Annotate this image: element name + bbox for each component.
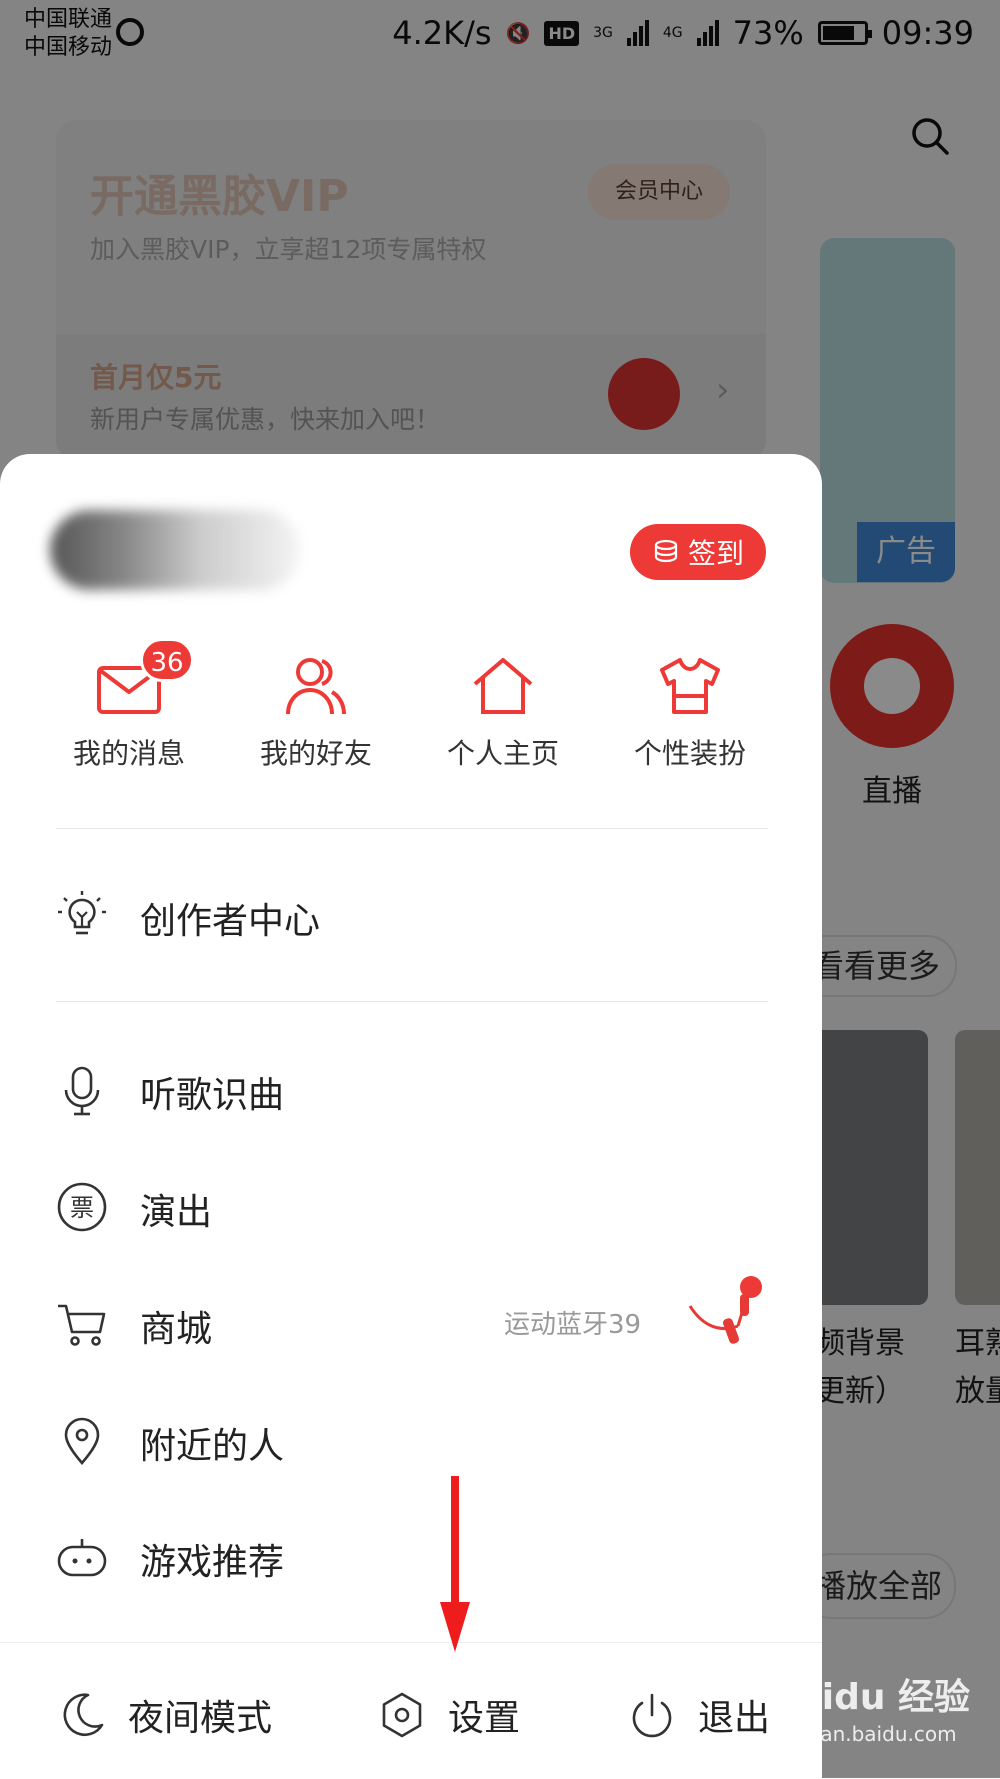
- logout-button[interactable]: 退出: [628, 1689, 770, 1741]
- microphone-icon: [64, 1066, 100, 1116]
- drawer-bottom-bar: 夜间模式 设置 退出: [0, 1642, 822, 1779]
- power-icon: [632, 1693, 672, 1738]
- quick-label: 个性装扮: [633, 737, 746, 770]
- coins-icon: [654, 539, 678, 563]
- home-icon: [473, 658, 533, 714]
- menu-label: 演出: [140, 1192, 213, 1233]
- signin-button[interactable]: 签到: [630, 524, 766, 580]
- menu-nearby-people[interactable]: 附近的人: [56, 1395, 768, 1485]
- watermark-url: jingyan.baidu.com: [772, 1722, 957, 1746]
- menu-mall[interactable]: 商城 运动蓝牙39: [56, 1276, 768, 1368]
- signin-label: 签到: [687, 537, 744, 570]
- night-mode-label: 夜间模式: [128, 1698, 273, 1739]
- settings-hexagon-icon: [382, 1692, 422, 1738]
- menu-label: 附近的人: [140, 1426, 285, 1467]
- menu-label: 商城: [140, 1309, 213, 1350]
- divider: [56, 1001, 768, 1002]
- menu-creator-center[interactable]: 创作者中心: [56, 870, 768, 960]
- quick-dress-up[interactable]: 个性装扮: [606, 654, 774, 772]
- menu-label: 游戏推荐: [140, 1542, 285, 1583]
- mall-promo-text: 运动蓝牙39: [504, 1310, 642, 1340]
- settings-label: 设置: [448, 1698, 521, 1739]
- user-profile-blurred[interactable]: [50, 510, 300, 590]
- notification-dot: [740, 1276, 762, 1298]
- quick-my-messages[interactable]: 36 我的消息: [45, 638, 213, 772]
- moon-icon: [63, 1693, 104, 1737]
- quick-label: 个人主页: [446, 737, 559, 770]
- location-pin-icon: [64, 1417, 100, 1465]
- night-mode-button[interactable]: 夜间模式: [58, 1689, 272, 1741]
- lightbulb-icon: [58, 891, 106, 935]
- logout-label: 退出: [698, 1698, 771, 1739]
- gamepad-icon: [57, 1539, 107, 1577]
- message-count-badge: 36: [140, 638, 194, 682]
- quick-my-friends[interactable]: 我的好友: [232, 654, 400, 772]
- quick-label: 我的好友: [259, 737, 372, 770]
- watermark-logo: Baidu 经验: [770, 1677, 971, 1718]
- quick-label: 我的消息: [72, 737, 185, 770]
- friends-icon: [286, 658, 346, 715]
- cart-icon: [58, 1304, 106, 1346]
- quick-personal-home[interactable]: 个人主页: [419, 654, 587, 772]
- menu-song-recognition[interactable]: 听歌识曲: [56, 1044, 768, 1134]
- menu-label: 听歌识曲: [140, 1075, 285, 1116]
- menu-game-recommend[interactable]: 游戏推荐: [56, 1511, 768, 1601]
- ticket-icon: 票: [57, 1182, 107, 1232]
- side-drawer: 签到 36 我的消息 我的好友 个人主页 个性装扮 创作者中心 听歌识曲 票 演…: [0, 454, 822, 1779]
- svg-text:票: 票: [70, 1194, 94, 1222]
- red-arrow-annotation: [440, 1476, 470, 1652]
- settings-button[interactable]: 设置: [378, 1689, 520, 1741]
- menu-label: 创作者中心: [140, 901, 321, 942]
- divider: [56, 828, 768, 829]
- tshirt-icon: [660, 658, 720, 714]
- menu-shows[interactable]: 票 演出: [56, 1161, 768, 1251]
